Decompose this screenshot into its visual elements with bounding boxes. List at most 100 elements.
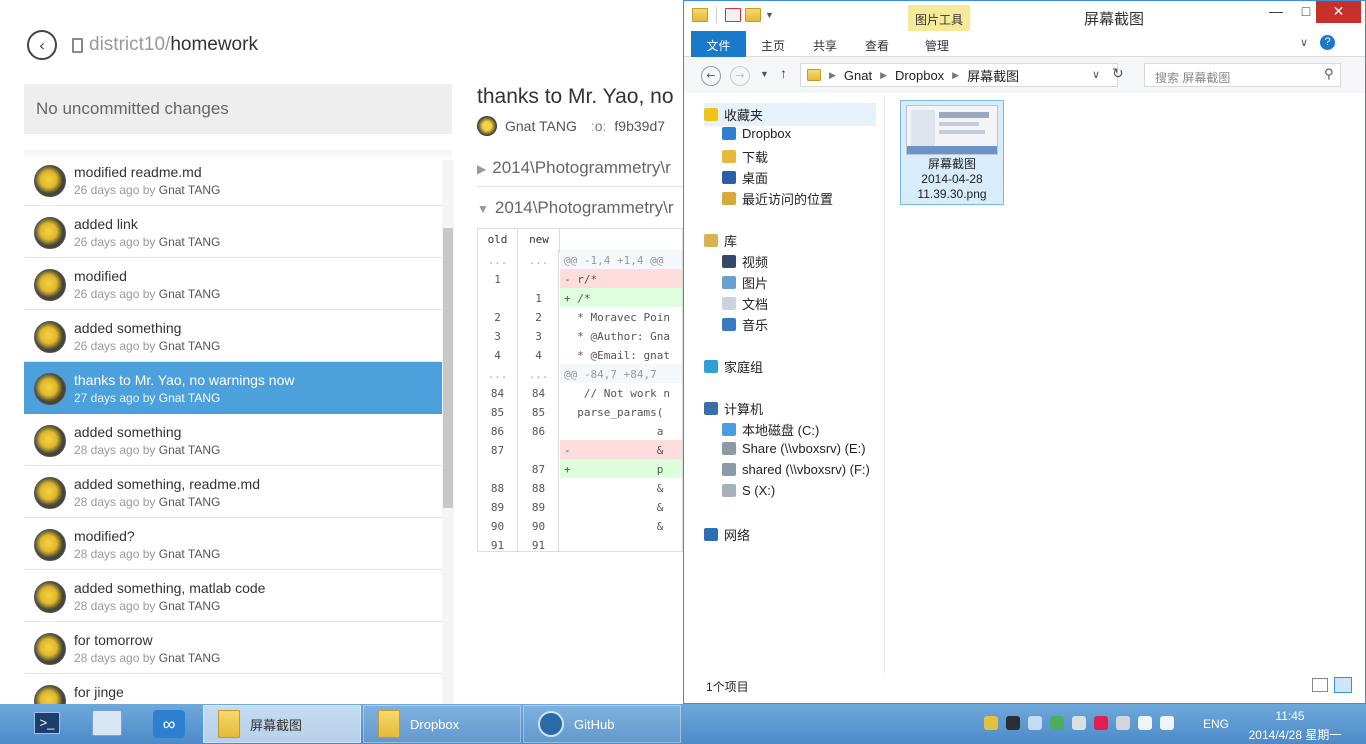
network-item[interactable]: 网络 <box>704 525 750 544</box>
back-button[interactable]: ‹ <box>27 30 57 60</box>
properties-icon[interactable] <box>725 8 741 22</box>
author-avatar <box>34 269 66 301</box>
minimize-button[interactable]: — <box>1261 1 1291 23</box>
commit-row[interactable]: modified 26 days ago by Gnat TANG <box>24 258 442 310</box>
security-icon[interactable] <box>1050 716 1064 730</box>
commit-title: thanks to Mr. Yao, no <box>477 85 674 108</box>
powershell-icon[interactable]: >_ <box>34 712 60 734</box>
nav-favorite-item[interactable]: 桌面 <box>722 168 768 187</box>
drive-item[interactable]: shared (\\vboxsrv) (F:) <box>722 462 870 477</box>
commit-row[interactable]: added link 26 days ago by Gnat TANG <box>24 206 442 258</box>
author-avatar <box>34 321 66 353</box>
commit-sha[interactable]: f9b39d7 <box>614 118 665 134</box>
file-header-collapsed[interactable]: ▶ 2014\Photogrammetry\r <box>477 147 683 187</box>
commit-row[interactable]: modified readme.md 26 days ago by Gnat TA… <box>24 154 442 206</box>
computer-item[interactable]: 计算机 <box>704 399 763 418</box>
author-avatar <box>34 425 66 457</box>
new-line-number: 90 <box>519 516 559 535</box>
search-input[interactable]: 搜索 屏幕截图 <box>1144 63 1341 87</box>
drive-icon <box>722 484 736 497</box>
tab-home[interactable]: 主页 <box>752 31 794 57</box>
server-manager-icon[interactable] <box>92 710 122 736</box>
up-arrow-icon[interactable]: ↑ <box>780 65 787 81</box>
tab-view[interactable]: 查看 <box>856 31 898 57</box>
close-button[interactable]: ✕ <box>1316 1 1361 23</box>
commit-row[interactable]: for tomorrow 28 days ago by Gnat TANG <box>24 622 442 674</box>
tab-file[interactable]: 文件 <box>691 31 746 57</box>
favorites-header[interactable]: 收藏夹 <box>704 103 876 126</box>
forward-nav-button[interactable]: → <box>730 66 750 86</box>
refresh-icon[interactable]: ↻ <box>1112 65 1124 82</box>
clock-time[interactable]: 11:45 <box>1270 709 1310 723</box>
diff-code: - & <box>560 440 682 459</box>
desktop-icon <box>722 171 736 184</box>
drive-item[interactable]: 本地磁盘 (C:) <box>722 420 819 439</box>
pane-divider[interactable] <box>884 97 885 673</box>
nav-library-item[interactable]: 图片 <box>722 273 768 292</box>
address-bar[interactable]: ▶ Gnat ▶ Dropbox ▶ 屏幕截图 <box>800 63 1118 87</box>
breadcrumb-item[interactable]: 屏幕截图 <box>967 66 1019 85</box>
uncommitted-changes[interactable]: No uncommitted changes <box>24 84 452 134</box>
tencent-icon[interactable] <box>1006 716 1020 730</box>
new-line-number: 2 <box>519 307 559 326</box>
new-folder-icon[interactable] <box>745 8 761 22</box>
diff-code: + /* <box>560 288 682 307</box>
diff-code: & <box>564 482 664 495</box>
commit-row[interactable]: added something, readme.md 28 days ago by… <box>24 466 442 518</box>
taskbar-github[interactable]: GitHub <box>523 705 681 743</box>
author-avatar <box>34 373 66 405</box>
old-line-number: 1 <box>478 269 518 288</box>
commit-row[interactable]: added something, matlab code 28 days ago … <box>24 570 442 622</box>
ribbon-expand-icon[interactable]: ∨ <box>1300 36 1308 49</box>
update-icon[interactable] <box>1072 716 1086 730</box>
commit-row[interactable]: modified? 28 days ago by Gnat TANG <box>24 518 442 570</box>
nav-favorite-item[interactable]: 最近访问的位置 <box>722 189 833 208</box>
nav-library-item[interactable]: 视频 <box>722 252 768 271</box>
large-icons-view-icon[interactable] <box>1334 677 1352 693</box>
network-blocked-icon[interactable] <box>1094 716 1108 730</box>
qq-icon[interactable] <box>984 716 998 730</box>
drive-item[interactable]: S (X:) <box>722 483 775 498</box>
commit-row[interactable]: added something 28 days ago by Gnat TANG <box>24 414 442 466</box>
cloud-app-icon[interactable]: ∞ <box>153 710 185 738</box>
homegroup-item[interactable]: 家庭组 <box>704 357 763 376</box>
old-line-number: ... <box>478 250 518 269</box>
usb-icon[interactable] <box>1116 716 1130 730</box>
repo-name[interactable]: homework <box>170 34 258 56</box>
repo-owner[interactable]: district10/ <box>89 34 170 56</box>
tab-share[interactable]: 共享 <box>804 31 846 57</box>
search-icon[interactable]: ⚲ <box>1324 66 1334 82</box>
qa-dropdown-icon[interactable]: ▼ <box>765 10 774 20</box>
commit-row[interactable]: thanks to Mr. Yao, no warnings now 27 day… <box>24 362 442 414</box>
dropbox-tray-icon[interactable] <box>1028 716 1042 730</box>
clock-date[interactable]: 2014/4/28 星期一 <box>1240 726 1350 743</box>
new-line-number: 91 <box>519 535 559 551</box>
drive-item[interactable]: Share (\\vboxsrv) (E:) <box>722 441 866 456</box>
nav-favorite-item[interactable]: 下载 <box>722 147 768 166</box>
diff-line: 89 89 & <box>478 497 682 516</box>
details-view-icon[interactable] <box>1312 678 1328 692</box>
taskbar-explorer[interactable]: 屏幕截图 <box>203 705 361 743</box>
input-language[interactable]: ENG <box>1203 717 1229 731</box>
volume-icon[interactable] <box>1160 716 1174 730</box>
history-scroll-thumb[interactable] <box>443 228 453 508</box>
nav-library-item[interactable]: 音乐 <box>722 315 768 334</box>
file-item[interactable]: 屏幕截图 2014-04-28 11.39.30.png <box>900 100 1004 205</box>
tab-manage[interactable]: 管理 <box>910 31 964 57</box>
breadcrumb-item[interactable]: Dropbox <box>895 68 944 83</box>
address-dropdown-icon[interactable]: ∨ <box>1092 68 1100 81</box>
commit-row[interactable]: for jinge <box>24 674 442 704</box>
nav-favorite-item[interactable]: Dropbox <box>722 126 791 141</box>
nav-library-item[interactable]: 文档 <box>722 294 768 313</box>
back-nav-button[interactable]: ← <box>701 66 721 86</box>
recent-dropdown-icon[interactable]: ▼ <box>760 69 769 79</box>
taskbar-dropbox[interactable]: Dropbox <box>363 705 521 743</box>
documents-icon <box>722 297 736 310</box>
help-icon[interactable]: ? <box>1320 35 1335 50</box>
commit-row[interactable]: added something 26 days ago by Gnat TANG <box>24 310 442 362</box>
screen-icon[interactable] <box>1138 716 1152 730</box>
new-line-number <box>519 440 559 459</box>
breadcrumb-item[interactable]: Gnat <box>844 68 872 83</box>
file-header-expanded[interactable]: ▼ 2014\Photogrammetry\r <box>477 187 683 227</box>
libraries-header[interactable]: 库 <box>704 231 737 250</box>
